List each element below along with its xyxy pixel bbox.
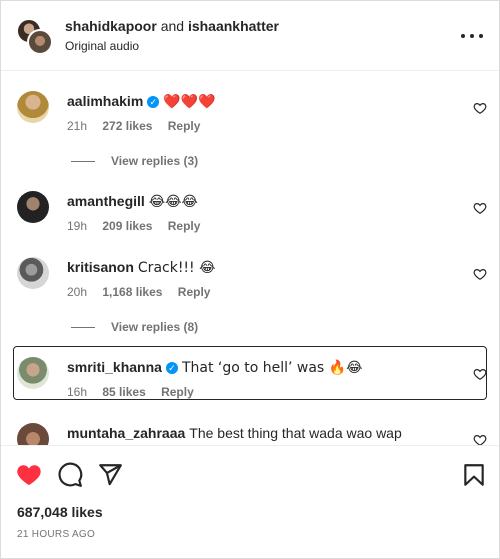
reply-button[interactable]: Reply (168, 119, 201, 133)
verified-icon: ✓ (165, 362, 178, 374)
comment-username[interactable]: smriti_khanna (67, 359, 162, 375)
verified-icon: ✓ (147, 96, 160, 108)
heart-outline-icon[interactable] (473, 201, 487, 215)
heart-outline-icon[interactable] (473, 367, 487, 381)
post-authors: shahidkapoor and ishaankhatter (65, 18, 279, 34)
more-icon[interactable] (461, 26, 483, 46)
share-icon[interactable] (97, 462, 123, 488)
comment-time[interactable]: 21h (67, 119, 87, 133)
comment-time[interactable]: 19h (67, 219, 87, 233)
view-replies-button[interactable]: View replies (3) (71, 154, 198, 168)
audio-link[interactable]: Original audio (65, 39, 139, 53)
avatar[interactable] (17, 257, 49, 289)
reply-button[interactable]: Reply (178, 285, 211, 299)
comment-username[interactable]: kritisanon (67, 259, 134, 275)
post-actions: 687,048 likes 21 HOURS AGO (1, 445, 499, 558)
comment-likes[interactable]: 209 likes (102, 219, 152, 233)
avatar[interactable] (17, 191, 49, 223)
and-text: and (160, 18, 185, 34)
avatar[interactable] (27, 29, 53, 55)
comment-likes[interactable]: 272 likes (102, 119, 152, 133)
heart-filled-icon[interactable] (16, 462, 42, 488)
post-header: shahidkapoor and ishaankhatter Original … (1, 1, 499, 71)
comment-time[interactable]: 20h (67, 285, 87, 299)
comment-username[interactable]: aalimhakim (67, 93, 143, 109)
likes-count[interactable]: 687,048 likes (17, 504, 103, 520)
reply-button[interactable]: Reply (168, 219, 201, 233)
reply-button[interactable]: Reply (161, 385, 194, 399)
bookmark-icon[interactable] (461, 462, 487, 488)
comment-username[interactable]: amanthegill (67, 193, 145, 209)
comment-username[interactable]: muntaha_zahraaa (67, 425, 185, 441)
avatar[interactable] (17, 91, 49, 123)
author-link[interactable]: ishaankhatter (188, 18, 279, 34)
comment-likes[interactable]: 85 likes (102, 385, 145, 399)
post-panel: shahidkapoor and ishaankhatter Original … (0, 0, 500, 559)
view-replies-label: View replies (8) (111, 320, 199, 334)
comment-icon[interactable] (57, 462, 83, 488)
heart-outline-icon[interactable] (473, 101, 487, 115)
avatar[interactable] (17, 357, 49, 389)
comment-text: The best thing that wada wao wap (189, 425, 402, 441)
collab-avatars[interactable] (16, 18, 53, 55)
view-replies-button[interactable]: View replies (8) (71, 320, 198, 334)
view-replies-label: View replies (3) (111, 154, 199, 168)
comment-time[interactable]: 16h (67, 385, 87, 399)
comment-text: ❤️❤️❤️ (163, 94, 216, 110)
comment-likes[interactable]: 1,168 likes (102, 285, 162, 299)
author-link[interactable]: shahidkapoor (65, 18, 157, 34)
comment-text: Crack!!! 😂 (137, 260, 216, 276)
heart-outline-icon[interactable] (473, 267, 487, 281)
comment-text: 😂😂😂 (148, 194, 198, 210)
post-timestamp[interactable]: 21 HOURS AGO (17, 529, 95, 540)
comment-text: That ‘go to hell’ was 🔥😂 (181, 360, 363, 376)
